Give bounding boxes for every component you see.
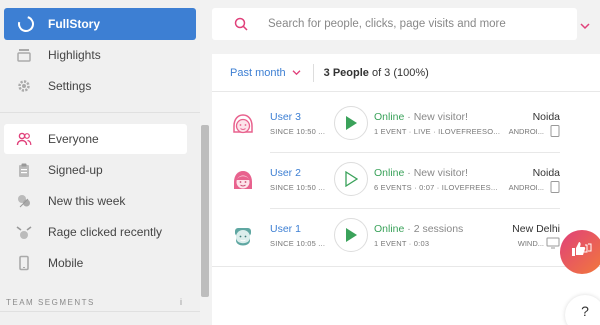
sidebar-item-settings[interactable]: Settings <box>4 73 196 99</box>
sidebar-item-mobile[interactable]: Mobile <box>4 250 196 276</box>
fullstory-logo-icon <box>15 13 37 35</box>
session-meta: 6 EVENTS · 0:07 · ILOVEFREES... <box>374 183 498 192</box>
session-city: Noida <box>532 167 560 179</box>
help-button[interactable]: ? <box>565 295 600 325</box>
desktop-device-icon <box>546 236 560 254</box>
session-status: Online · New visitor! <box>374 111 468 123</box>
play-button[interactable] <box>334 106 368 140</box>
play-button[interactable] <box>334 218 368 252</box>
avatar-icon <box>230 168 256 194</box>
sidebar-scrollbar[interactable] <box>201 125 209 297</box>
row-divider <box>270 208 560 209</box>
play-icon <box>345 171 358 187</box>
sidebar-bottom-divider <box>0 311 200 312</box>
sidebar-item-label: Signed-up <box>48 163 103 177</box>
sidebar-item-rage-clicked[interactable]: Rage clicked recently <box>4 219 196 245</box>
team-segments-info-icon[interactable]: i <box>180 297 182 307</box>
sidebar-item-new-this-week[interactable]: New this week <box>4 188 196 214</box>
session-meta: 1 EVENT · 0:03 <box>374 239 430 248</box>
status-note: · 2 sessions <box>404 223 464 235</box>
avatar-icon <box>230 224 256 250</box>
sessions-panel: Past month 3 People of 3 (100%) User 3 S… <box>212 54 600 325</box>
sidebar-item-highlights[interactable]: Highlights <box>4 42 196 68</box>
status-note: · New visitor! <box>404 167 468 179</box>
people-count-bold: 3 People <box>323 66 369 79</box>
thumbs-up-down-icon <box>570 239 594 266</box>
sidebar-item-label: Rage clicked recently <box>48 225 163 239</box>
session-row[interactable]: User 1 SINCE 10:05 ... Online · 2 sessio… <box>212 210 600 266</box>
session-since: SINCE 10:50 ... <box>270 127 326 136</box>
sidebar-item-signed-up[interactable]: Signed-up <box>4 157 196 183</box>
period-dropdown[interactable]: Past month <box>230 67 301 79</box>
session-city: Noida <box>532 111 560 123</box>
fullstory-brand[interactable]: FullStory <box>4 8 196 40</box>
panel-divider <box>212 266 600 267</box>
people-count: 3 People of 3 (100%) <box>324 67 429 79</box>
user-name-link[interactable]: User 1 <box>270 223 301 235</box>
people-icon <box>16 131 32 147</box>
search-input[interactable]: Search for people, clicks, page visits a… <box>268 18 506 30</box>
session-city: New Delhi <box>512 223 560 235</box>
online-status: Online <box>374 223 405 235</box>
status-note: · New visitor! <box>404 111 468 123</box>
session-status: Online · 2 sessions <box>374 223 463 235</box>
gear-icon <box>16 78 32 94</box>
avatar-icon <box>230 112 256 138</box>
online-status: Online <box>374 111 405 123</box>
people-count-rest: of 3 (100%) <box>368 66 429 79</box>
header-separator <box>312 63 314 82</box>
leaf-icon <box>16 193 32 209</box>
session-device: WIND... <box>517 239 544 248</box>
search-icon <box>234 17 248 31</box>
highlights-icon <box>16 47 32 63</box>
mobile-icon <box>16 255 32 271</box>
sessions-header: Past month 3 People of 3 (100%) <box>212 54 600 92</box>
brand-label: FullStory <box>48 17 101 31</box>
chevron-down-icon[interactable] <box>580 17 590 35</box>
sidebar-item-label: Mobile <box>48 256 84 270</box>
session-since: SINCE 10:05 ... <box>270 239 326 248</box>
sidebar-item-label: Highlights <box>48 48 101 62</box>
user-name-link[interactable]: User 2 <box>270 167 301 179</box>
sidebar: FullStory Highlights Settings Everyone S… <box>0 0 209 325</box>
session-since: SINCE 10:50 ... <box>270 183 326 192</box>
session-row[interactable]: User 2 SINCE 10:50 ... Online · New visi… <box>212 154 600 210</box>
play-icon <box>346 228 357 242</box>
search-bar[interactable]: Search for people, clicks, page visits a… <box>212 8 577 40</box>
feedback-button[interactable] <box>560 230 600 274</box>
team-segments-heading: TEAM SEGMENTS <box>6 298 95 307</box>
period-label: Past month <box>230 66 286 79</box>
sidebar-item-everyone[interactable]: Everyone <box>4 124 187 154</box>
sidebar-item-label: New this week <box>48 194 126 208</box>
sidebar-item-label: Everyone <box>48 132 99 146</box>
clipboard-icon <box>16 162 32 178</box>
session-row[interactable]: User 3 SINCE 10:50 ... Online · New visi… <box>212 98 600 154</box>
sidebar-divider <box>0 112 200 113</box>
online-status: Online <box>374 167 405 179</box>
session-status: Online · New visitor! <box>374 167 468 179</box>
chevron-down-icon <box>292 67 301 79</box>
session-device: ANDROI... <box>508 127 544 136</box>
sidebar-item-label: Settings <box>48 79 92 93</box>
session-device: ANDROI... <box>508 183 544 192</box>
play-icon <box>346 116 357 130</box>
play-button[interactable] <box>334 162 368 196</box>
user-name-link[interactable]: User 3 <box>270 111 301 123</box>
row-divider <box>270 152 560 153</box>
session-meta: 1 EVENT · LIVE · ILOVEFREESO... <box>374 127 501 136</box>
mobile-device-icon <box>550 180 560 198</box>
mobile-device-icon <box>550 124 560 142</box>
rage-icon <box>16 224 32 240</box>
